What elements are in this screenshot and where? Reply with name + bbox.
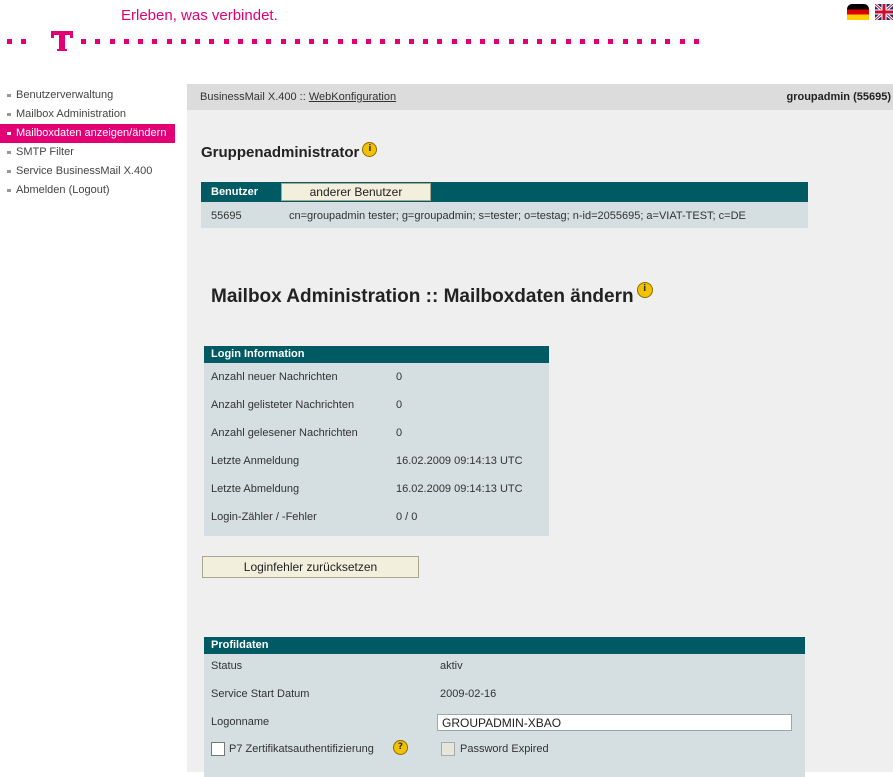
sidebar-item-label: Mailbox Administration (16, 108, 127, 120)
profil-row-status: Status aktiv (204, 654, 805, 682)
login-row-label: Login-Zähler / -Fehler (211, 511, 317, 523)
login-information-title: Login Information (204, 346, 549, 363)
login-row-label: Anzahl gelisteter Nachrichten (211, 399, 355, 411)
telekom-logo[interactable] (7, 28, 707, 51)
p7-checkbox[interactable] (211, 742, 225, 756)
login-row: Anzahl gelisteter Nachrichten 0 (204, 391, 549, 419)
breadcrumb-prefix: BusinessMail X.400 :: (200, 91, 306, 103)
top-bar: BusinessMail X.400 :: WebKonfiguration g… (187, 84, 893, 110)
login-row-value: 0 / 0 (396, 511, 418, 523)
sidebar-item-label: Benutzerverwaltung (16, 89, 114, 101)
benutzer-row: 55695 cn=groupadmin tester; g=groupadmin… (201, 202, 808, 228)
gruppe-heading: Gruppenadministrator i (201, 142, 378, 161)
benutzer-id: 55695 (211, 210, 242, 222)
info-icon[interactable]: i (636, 282, 653, 298)
status-label: Status (211, 660, 243, 672)
main-content: BusinessMail X.400 :: WebKonfiguration g… (187, 84, 893, 777)
current-user: groupadmin (55695) (786, 91, 891, 103)
login-row: Anzahl neuer Nachrichten 0 (204, 363, 549, 391)
sidebar-item-logout[interactable]: Abmelden (Logout) (0, 181, 175, 200)
profil-row-logon: Logonname (204, 710, 805, 738)
profil-row-start: Service Start Datum 2009-02-16 (204, 682, 805, 710)
login-row-value: 16.02.2009 09:14:13 UTC (396, 483, 523, 495)
login-row-label: Letzte Abmeldung (211, 483, 300, 495)
login-row: Letzte Anmeldung 16.02.2009 09:14:13 UTC (204, 447, 549, 475)
login-row: Letzte Abmeldung 16.02.2009 09:14:13 UTC (204, 475, 549, 503)
breadcrumb-link-webkonfiguration[interactable]: WebKonfiguration (309, 91, 396, 103)
sidebar-item-smtp-filter[interactable]: SMTP Filter (0, 143, 175, 162)
password-expired-checkbox[interactable] (441, 742, 455, 756)
sidebar-item-label: Abmelden (Logout) (16, 184, 110, 196)
page-title-text: Mailbox Administration :: Mailboxdaten ä… (211, 286, 634, 307)
logonname-label: Logonname (211, 716, 270, 728)
bullet-icon (7, 94, 11, 97)
anderer-benutzer-button[interactable]: anderer Benutzer (281, 183, 431, 201)
login-row: Anzahl gelesener Nachrichten 0 (204, 419, 549, 447)
flag-de-icon[interactable] (847, 4, 869, 20)
profil-row-checkboxes: P7 Zertifikatsauthentifizierung ? Passwo… (204, 738, 805, 766)
sidebar-item-benutzerverwaltung[interactable]: Benutzerverwaltung (0, 86, 175, 105)
sidebar-item-mailboxdaten[interactable]: Mailboxdaten anzeigen/ändern (0, 124, 175, 143)
logonname-input[interactable] (437, 714, 792, 731)
sidebar-item-label: SMTP Filter (16, 146, 74, 158)
login-row-value: 16.02.2009 09:14:13 UTC (396, 455, 523, 467)
breadcrumb: BusinessMail X.400 :: WebKonfiguration (200, 91, 396, 103)
p7-label: P7 Zertifikatsauthentifizierung (229, 743, 374, 755)
bullet-icon (7, 170, 11, 173)
page-title: Mailbox Administration :: Mailboxdaten ä… (211, 282, 653, 308)
sidebar-item-label: Service BusinessMail X.400 (16, 165, 153, 177)
login-information-panel: Login Information Anzahl neuer Nachricht… (204, 346, 549, 536)
header: Erleben, was verbindet. (0, 0, 893, 60)
benutzer-label: Benutzer (211, 186, 259, 198)
login-row: Login-Zähler / -Fehler 0 / 0 (204, 503, 549, 531)
help-icon[interactable]: ? (393, 740, 408, 755)
profildaten-panel: Profildaten Status aktiv Service Start D… (204, 637, 805, 777)
bullet-icon (7, 132, 11, 135)
tagline: Erleben, was verbindet. (121, 7, 278, 24)
bullet-icon (7, 189, 11, 192)
login-row-label: Letzte Anmeldung (211, 455, 300, 467)
bullet-icon (7, 151, 11, 154)
login-row-value: 0 (396, 399, 403, 411)
login-row-label: Anzahl neuer Nachrichten (211, 371, 338, 383)
login-row-value: 0 (396, 371, 403, 383)
t-logo-icon (51, 31, 73, 51)
info-icon[interactable]: i (362, 142, 378, 157)
bullet-icon (7, 113, 11, 116)
flag-uk-icon[interactable] (875, 4, 893, 20)
benutzer-dn: cn=groupadmin tester; g=groupadmin; s=te… (289, 210, 746, 222)
sidebar-item-mailbox-administration[interactable]: Mailbox Administration (0, 105, 175, 124)
service-start-label: Service Start Datum (211, 688, 310, 700)
gruppe-title: Gruppenadministrator (201, 144, 360, 161)
benutzer-header: Benutzer anderer Benutzer (201, 182, 808, 202)
profildaten-title: Profildaten (204, 637, 805, 654)
status-value: aktiv (440, 660, 463, 672)
sidebar-item-label: Mailboxdaten anzeigen/ändern (16, 127, 167, 139)
login-row-value: 0 (396, 427, 403, 439)
service-start-value: 2009-02-16 (440, 688, 497, 700)
sidebar-item-service[interactable]: Service BusinessMail X.400 (0, 162, 175, 181)
login-row-label: Anzahl gelesener Nachrichten (211, 427, 358, 439)
loginfehler-reset-button[interactable]: Loginfehler zurücksetzen (202, 556, 419, 578)
sidebar-nav: Benutzerverwaltung Mailbox Administratio… (0, 86, 175, 200)
password-expired-label: Password Expired (460, 743, 549, 755)
